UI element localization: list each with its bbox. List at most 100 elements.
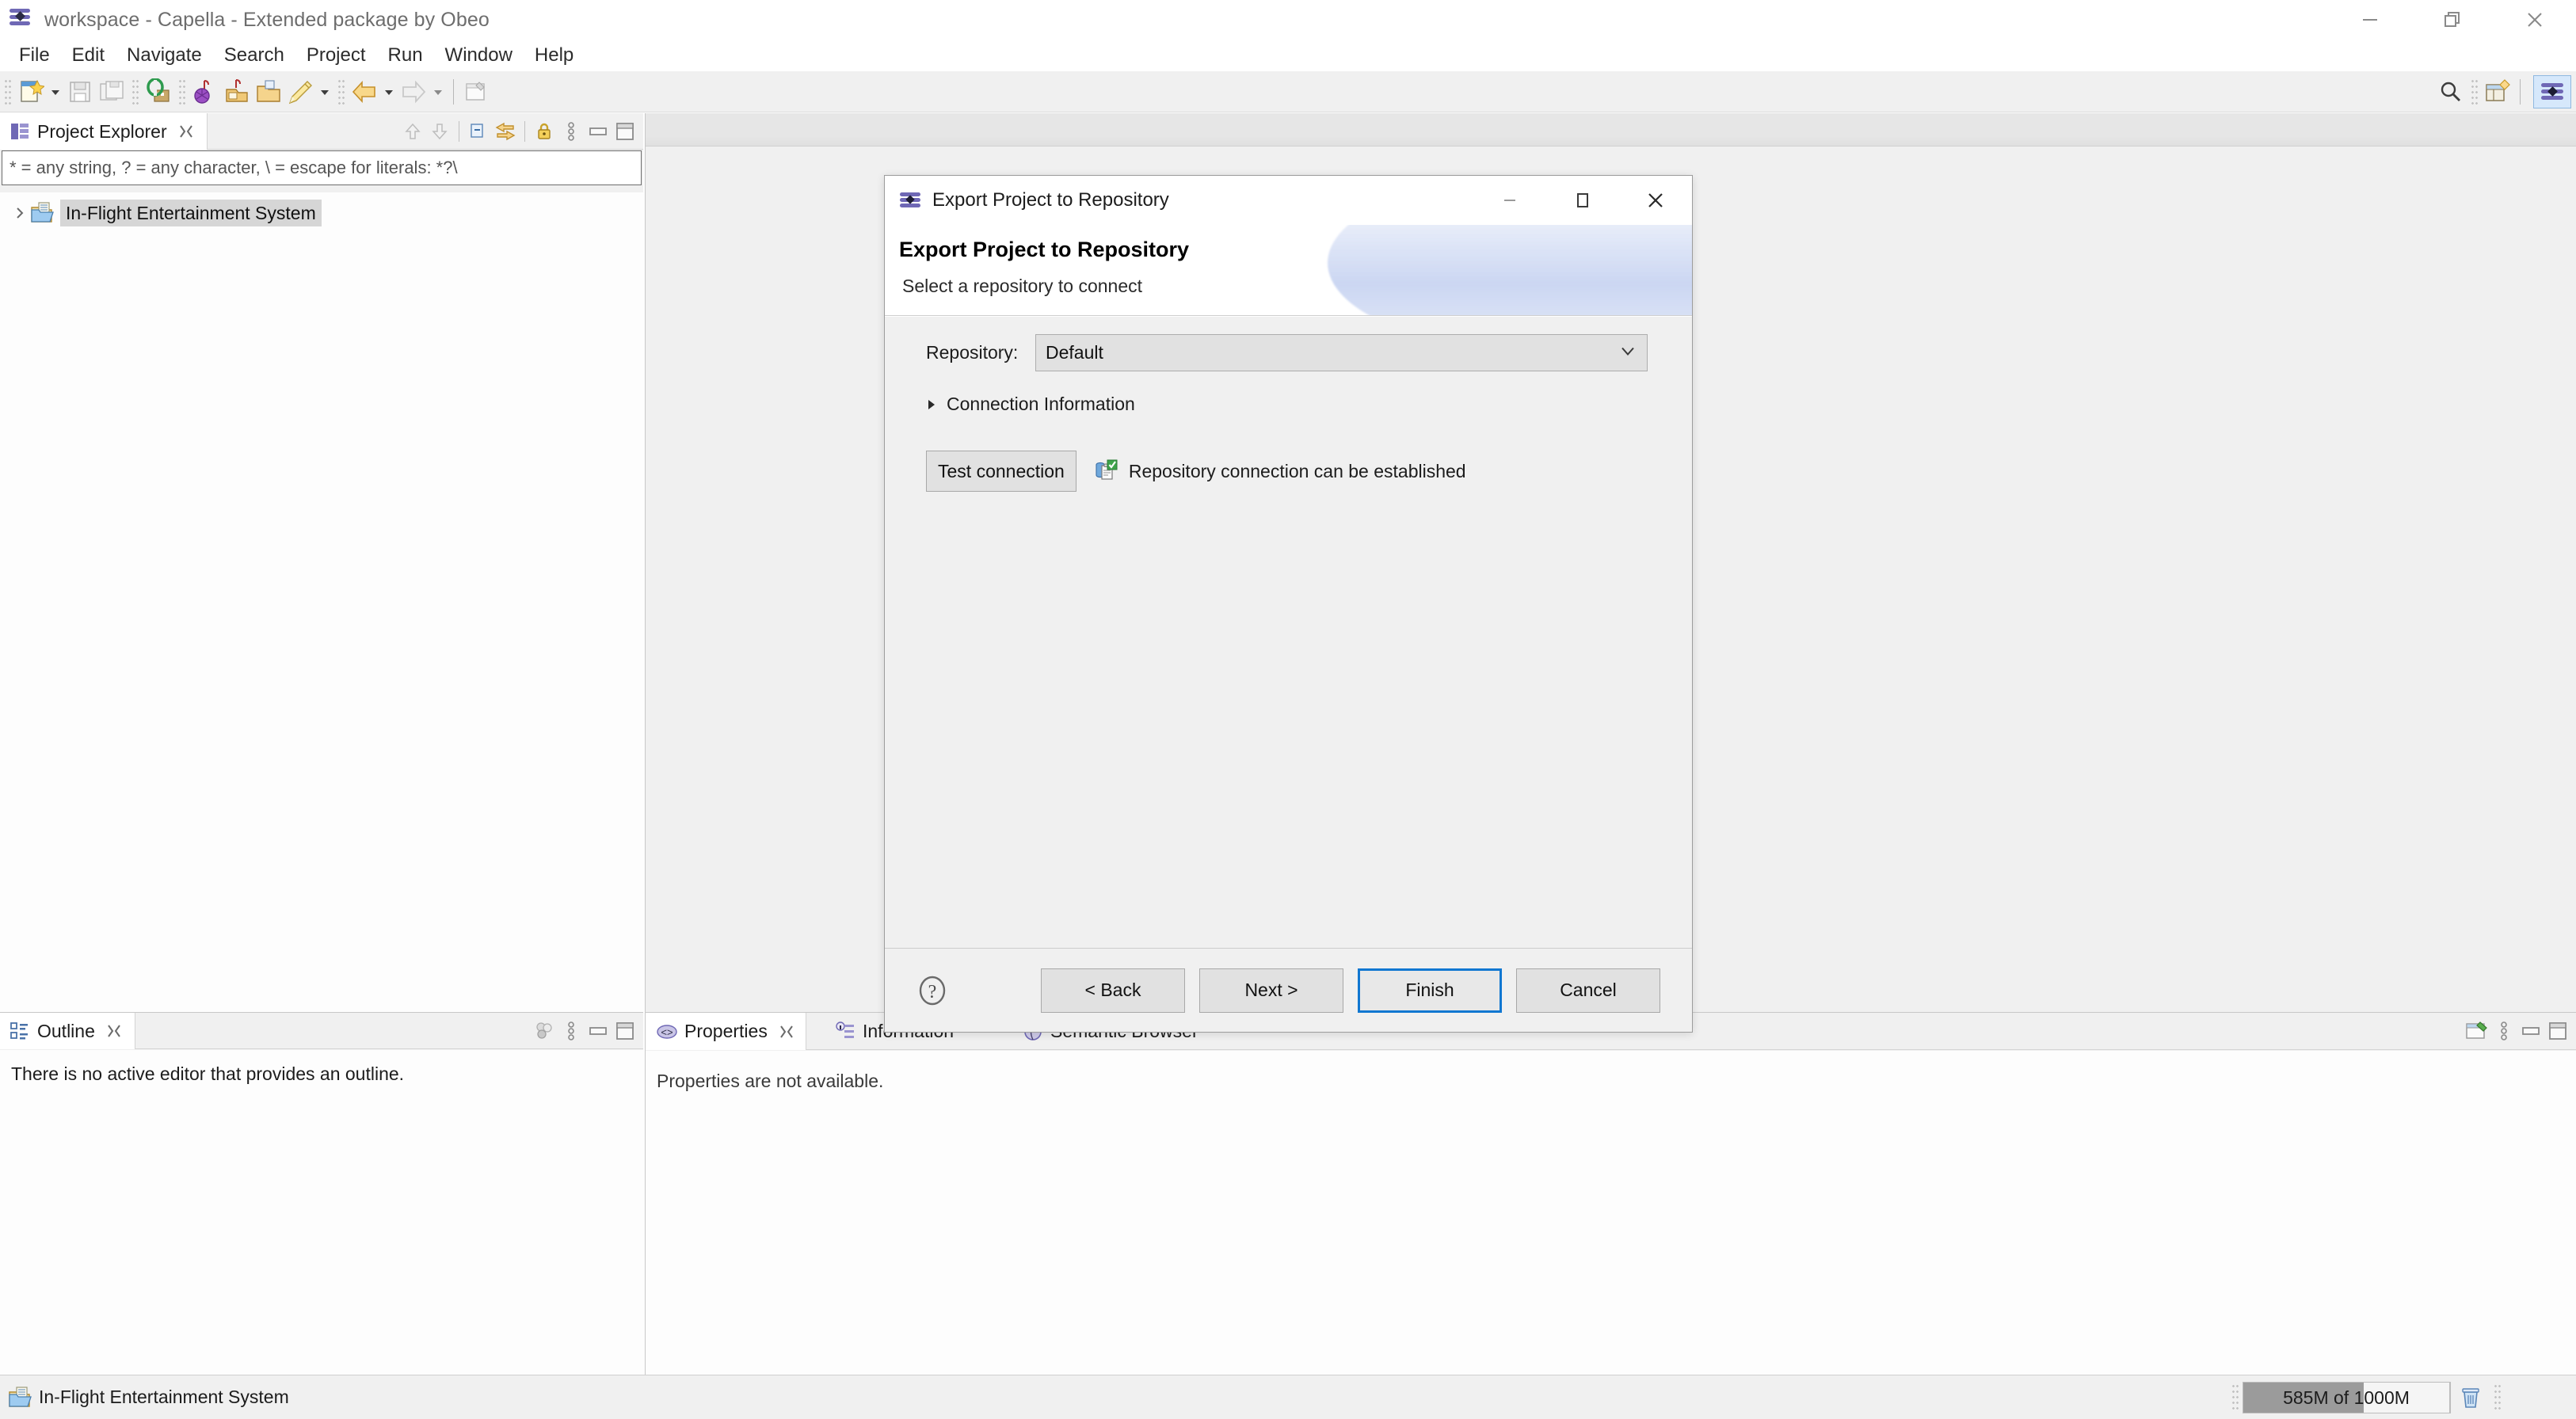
- trash-icon[interactable]: [2450, 1382, 2490, 1413]
- collapse-all-icon[interactable]: [465, 113, 492, 150]
- project-explorer-view: Project Explorer * = any string, ? = any…: [0, 113, 643, 1012]
- heap-grip[interactable]: [2231, 1383, 2239, 1412]
- arrow-up-icon[interactable]: [399, 113, 426, 150]
- back-button[interactable]: < Back: [1041, 968, 1185, 1013]
- new-file-icon[interactable]: [15, 76, 47, 108]
- capella-project-icon: [8, 1386, 32, 1409]
- capella-logo-icon: [899, 191, 921, 210]
- main-toolbar: [0, 71, 2576, 112]
- arrow-left-icon[interactable]: [349, 76, 380, 108]
- minimize-button[interactable]: [2329, 0, 2411, 40]
- editor-tabstrip: [646, 113, 2576, 146]
- chevron-right-icon[interactable]: [926, 398, 947, 411]
- outline-toolbar: [531, 1013, 638, 1049]
- validate-icon[interactable]: [143, 76, 174, 108]
- import-icon[interactable]: [221, 76, 253, 108]
- save-icon[interactable]: [64, 76, 96, 108]
- capella-perspective-button[interactable]: [2533, 75, 2571, 108]
- link-editor-icon[interactable]: [492, 113, 519, 150]
- minimize-view-icon[interactable]: [585, 113, 612, 150]
- restore-button[interactable]: [2411, 0, 2494, 40]
- menu-search[interactable]: Search: [213, 43, 295, 68]
- toolbar-grip[interactable]: [4, 78, 11, 105]
- heap-progress-bar[interactable]: 585M of 1000M: [2243, 1382, 2450, 1413]
- maximize-view-icon[interactable]: [2544, 1013, 2571, 1049]
- close-button[interactable]: [2494, 0, 2576, 40]
- connection-information-section[interactable]: Connection Information: [885, 371, 1692, 415]
- tab-properties[interactable]: <> Properties: [646, 1013, 806, 1050]
- close-icon[interactable]: [106, 1023, 122, 1039]
- test-connection-row: Test connection Repository connection ca…: [885, 415, 1692, 492]
- tab-label: Outline: [37, 1020, 95, 1041]
- dialog-title-bar: Export Project to Repository: [885, 176, 1692, 225]
- chevron-down-icon[interactable]: [380, 76, 398, 108]
- arrow-right-icon[interactable]: [398, 76, 429, 108]
- toolbar-grip[interactable]: [131, 78, 139, 105]
- toolbar-right-group: [2435, 71, 2571, 112]
- minimize-view-icon[interactable]: [2517, 1013, 2544, 1049]
- heap-grip[interactable]: [2494, 1383, 2501, 1412]
- dialog-close-button[interactable]: [1619, 176, 1692, 225]
- editor-icon[interactable]: [460, 76, 492, 108]
- view-menu-icon[interactable]: [558, 113, 585, 150]
- connection-information-label: Connection Information: [947, 394, 1135, 414]
- help-icon[interactable]: ?: [915, 973, 950, 1008]
- heap-label: 585M of 1000M: [2283, 1387, 2410, 1408]
- tab-outline[interactable]: Outline: [0, 1013, 135, 1049]
- toolbar-grip[interactable]: [337, 78, 345, 105]
- minimize-view-icon[interactable]: [585, 1013, 612, 1049]
- toolbar-grip[interactable]: [2471, 78, 2478, 105]
- menu-edit[interactable]: Edit: [61, 43, 116, 68]
- view-menu-icon[interactable]: [2490, 1013, 2517, 1049]
- window-controls: [2329, 0, 2576, 40]
- outline-tabbar: Outline: [0, 1013, 643, 1049]
- tab-project-explorer[interactable]: Project Explorer: [0, 113, 208, 150]
- pencil-icon[interactable]: [284, 76, 316, 108]
- status-selection: In-Flight Entertainment System: [0, 1386, 289, 1409]
- cancel-button[interactable]: Cancel: [1516, 968, 1660, 1013]
- outline-view: Outline There is no active editor that p…: [0, 1012, 643, 1375]
- close-icon[interactable]: [779, 1024, 795, 1040]
- properties-body: Properties are not available.: [646, 1051, 2576, 1375]
- transition-icon[interactable]: [189, 76, 221, 108]
- outline-icon: [10, 1021, 30, 1041]
- arrow-down-icon[interactable]: [426, 113, 453, 150]
- maximize-view-icon[interactable]: [612, 113, 638, 150]
- chevron-down-icon[interactable]: [47, 76, 64, 108]
- perspective-add-icon[interactable]: [2482, 76, 2513, 108]
- export-folder-icon[interactable]: [253, 76, 284, 108]
- svg-text:?: ?: [928, 982, 937, 1002]
- filter-dots-icon[interactable]: [531, 1013, 558, 1049]
- menu-navigate[interactable]: Navigate: [116, 43, 213, 68]
- chevron-right-icon[interactable]: [10, 207, 30, 219]
- dialog-maximize-button[interactable]: [1546, 176, 1619, 225]
- tree-item-in-flight-entertainment-system[interactable]: In-Flight Entertainment System: [0, 198, 643, 228]
- dialog-title: Export Project to Repository: [932, 189, 1169, 211]
- menu-window[interactable]: Window: [434, 43, 524, 68]
- project-explorer-filter-input[interactable]: * = any string, ? = any character, \ = e…: [2, 150, 642, 185]
- test-connection-button[interactable]: Test connection: [926, 451, 1077, 492]
- dialog-body: Repository: Default Connection Informati…: [885, 317, 1692, 948]
- repository-label: Repository:: [926, 342, 1019, 363]
- filter-hint-text: * = any string, ? = any character, \ = e…: [10, 158, 458, 177]
- menu-run[interactable]: Run: [377, 43, 434, 68]
- menu-project[interactable]: Project: [295, 43, 377, 68]
- repository-select[interactable]: Default: [1035, 334, 1648, 371]
- close-icon[interactable]: [178, 124, 194, 139]
- view-menu-icon[interactable]: [558, 1013, 585, 1049]
- dialog-minimize-button[interactable]: [1473, 176, 1546, 225]
- toolbar-grip[interactable]: [178, 78, 185, 105]
- maximize-view-icon[interactable]: [612, 1013, 638, 1049]
- save-all-icon[interactable]: [96, 76, 128, 108]
- project-explorer-tabbar: Project Explorer: [0, 113, 643, 150]
- chevron-down-icon[interactable]: [429, 76, 447, 108]
- next-button[interactable]: Next >: [1199, 968, 1343, 1013]
- menu-file[interactable]: File: [8, 43, 61, 68]
- finish-button[interactable]: Finish: [1358, 968, 1502, 1013]
- pin-editor-icon[interactable]: [2464, 1013, 2490, 1049]
- lock-icon[interactable]: [531, 113, 558, 150]
- chevron-down-icon[interactable]: [316, 76, 333, 108]
- menu-help[interactable]: Help: [524, 43, 585, 68]
- search-icon[interactable]: [2435, 76, 2467, 108]
- header-banner-decoration: [1328, 225, 1692, 315]
